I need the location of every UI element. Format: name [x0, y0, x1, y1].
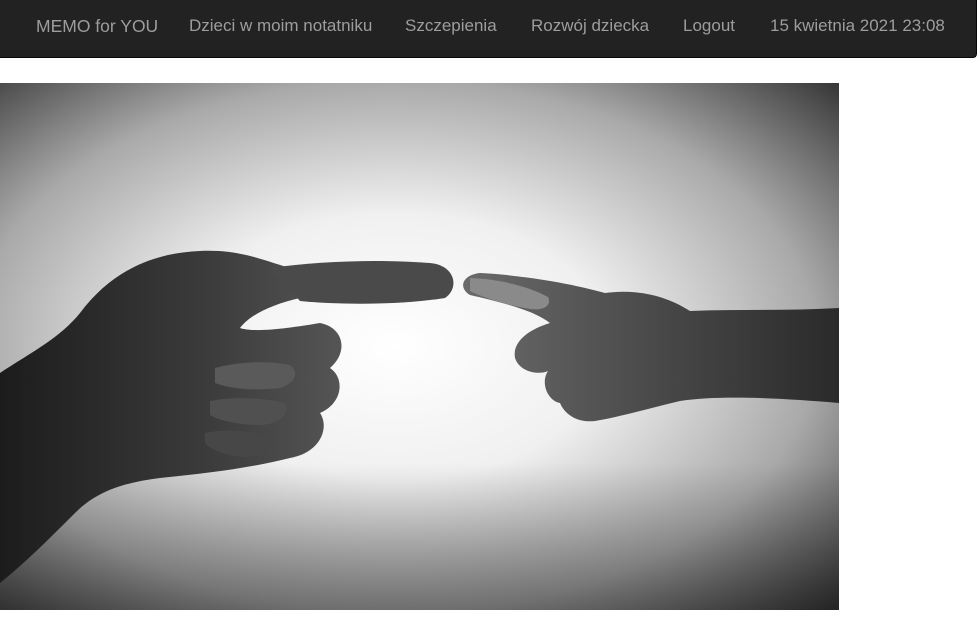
- nav-item-logout[interactable]: Logout: [683, 0, 735, 52]
- nav-item-child-development[interactable]: Rozwój dziecka: [531, 0, 649, 52]
- nav-item-vaccinations[interactable]: Szczepienia: [405, 0, 497, 52]
- brand-link[interactable]: MEMO for YOU: [36, 0, 158, 52]
- top-navbar: MEMO for YOU Dzieci w moim notatniku Szc…: [0, 0, 977, 58]
- current-datetime: 15 kwietnia 2021 23:08: [770, 16, 945, 35]
- nav-item-children[interactable]: Dzieci w moim notatniku: [189, 0, 372, 52]
- hero-image: [0, 83, 839, 610]
- hands-touching-image: [0, 83, 839, 610]
